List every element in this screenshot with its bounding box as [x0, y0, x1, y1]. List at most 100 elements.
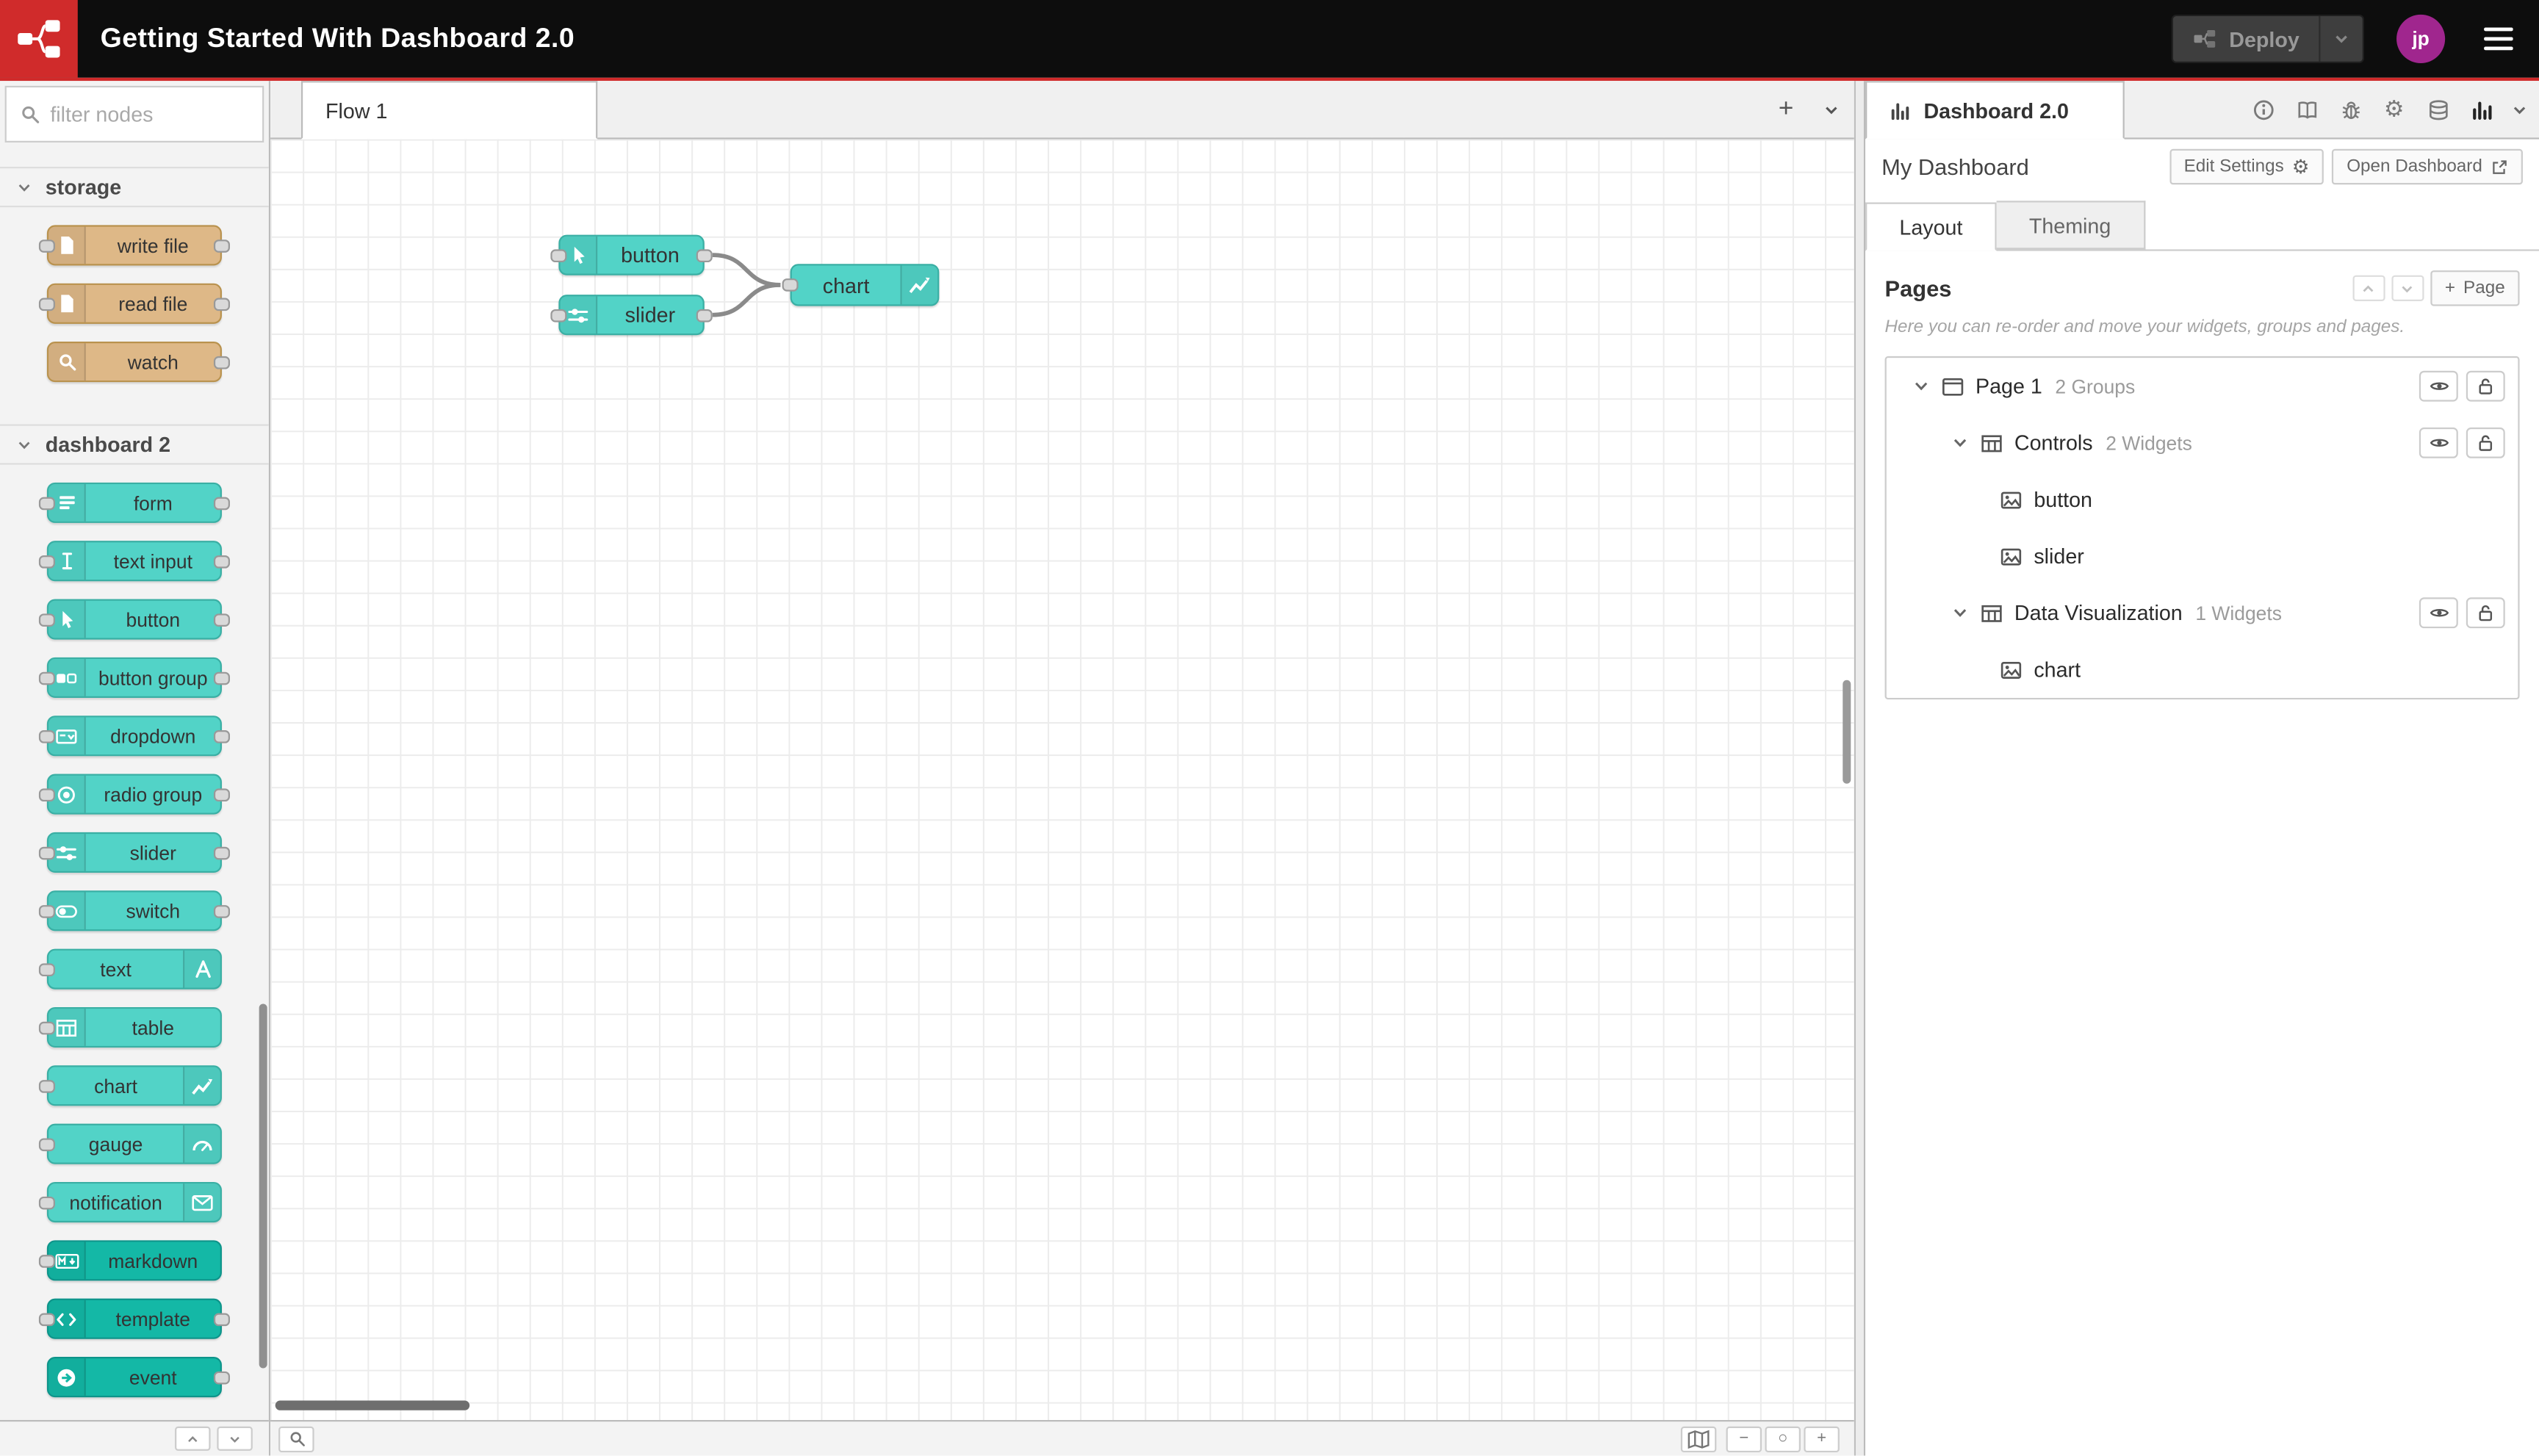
expand-categories-button[interactable] — [217, 1426, 253, 1451]
gear-icon: ⚙ — [2291, 155, 2310, 179]
deploy-icon — [2193, 29, 2215, 48]
palette-node-table[interactable]: table — [38, 1006, 222, 1048]
dashboard-tab-button[interactable] — [2460, 81, 2504, 137]
flow-canvas[interactable]: button slider chart — [270, 139, 1854, 1420]
toggle-visibility-button[interactable] — [2419, 597, 2458, 629]
palette-scrollbar[interactable] — [259, 1003, 267, 1369]
user-avatar[interactable]: jp — [2396, 14, 2446, 63]
zoom-out-button[interactable]: − — [1726, 1425, 1762, 1452]
palette-node-button-group[interactable]: button group — [38, 657, 230, 698]
add-page-button[interactable]: + Page — [2430, 270, 2520, 306]
tree-row-widget-slider[interactable]: slider — [1887, 528, 2518, 585]
wire-button-to-chart[interactable] — [712, 253, 781, 287]
toggle-visibility-button[interactable] — [2419, 370, 2458, 402]
chevron-down-icon[interactable] — [1951, 604, 1969, 621]
flow-list-button[interactable] — [1809, 81, 1854, 137]
input-port[interactable] — [782, 278, 799, 292]
palette-node-text[interactable]: text — [38, 948, 222, 990]
output-port — [213, 846, 230, 859]
lock-button[interactable] — [2466, 427, 2505, 458]
flow-tab[interactable]: Flow 1 — [300, 81, 598, 140]
deploy-button-group: Deploy — [2170, 14, 2364, 63]
palette-category-storage[interactable]: storage — [0, 167, 269, 208]
flow-node-slider[interactable]: slider — [550, 295, 713, 336]
palette-node-text-input[interactable]: text input — [38, 541, 230, 582]
hamburger-icon — [2484, 27, 2513, 51]
move-page-up-button[interactable] — [2352, 275, 2385, 301]
tree-row-page-1[interactable]: Page 1 2 Groups — [1887, 358, 2518, 414]
input-port[interactable] — [550, 308, 567, 322]
move-page-down-button[interactable] — [2391, 275, 2424, 301]
eye-icon — [2429, 439, 2449, 447]
eye-icon — [2429, 609, 2449, 617]
palette-node-form[interactable]: form — [38, 482, 230, 523]
tree-row-group-data-visualization[interactable]: Data Visualization 1 Widgets — [1887, 585, 2518, 641]
edit-settings-button[interactable]: Edit Settings ⚙ — [2169, 148, 2324, 185]
palette-node-event[interactable]: event — [46, 1357, 230, 1398]
zoom-reset-button[interactable]: ○ — [1765, 1425, 1801, 1452]
config-tab-button[interactable]: ⚙ — [2372, 81, 2416, 137]
palette-category-dashboard-2[interactable]: dashboard 2 — [0, 424, 269, 465]
tab-theming[interactable]: Theming — [1996, 201, 2145, 250]
palette-node-slider[interactable]: slider — [38, 832, 230, 873]
widget-image-icon — [2000, 545, 2023, 568]
zoom-in-button[interactable]: + — [1804, 1425, 1840, 1452]
tree-row-group-controls[interactable]: Controls 2 Widgets — [1887, 414, 2518, 471]
workspace: Flow 1 + button slider chart − ○ + — [270, 81, 1854, 1456]
input-port[interactable] — [550, 248, 567, 262]
open-dashboard-button[interactable]: Open Dashboard — [2332, 148, 2523, 185]
toggle-navigator-button[interactable] — [1680, 1425, 1717, 1452]
lock-icon — [2479, 605, 2493, 621]
help-tab-button[interactable] — [2285, 81, 2329, 137]
output-port[interactable] — [696, 248, 713, 262]
flow-node-button[interactable]: button — [550, 234, 713, 275]
sidebar-splitter[interactable] — [1854, 81, 1866, 1456]
canvas-search-button[interactable] — [278, 1425, 314, 1452]
deploy-button[interactable]: Deploy — [2172, 16, 2319, 62]
palette-node-button[interactable]: button — [38, 599, 230, 640]
context-tab-button[interactable] — [2416, 81, 2460, 137]
palette-node-write-file[interactable]: write file — [38, 225, 230, 266]
palette-node-chart[interactable]: chart — [38, 1065, 222, 1106]
main-menu-button[interactable] — [2465, 0, 2533, 78]
canvas-horizontal-scrollbar[interactable] — [275, 1400, 470, 1410]
flow-node-chart[interactable]: chart — [782, 264, 940, 306]
tab-dashboard-2[interactable]: Dashboard 2.0 — [1865, 81, 2125, 140]
palette-node-markdown[interactable]: markdown — [38, 1240, 222, 1281]
group-grid-icon — [1981, 431, 2003, 454]
output-port[interactable] — [696, 308, 713, 322]
info-tab-button[interactable] — [2241, 81, 2285, 137]
add-flow-button[interactable]: + — [1763, 81, 1809, 137]
debug-tab-button[interactable] — [2328, 81, 2372, 137]
palette-node-dropdown[interactable]: dropdown — [38, 716, 230, 757]
canvas-vertical-scrollbar[interactable] — [1843, 680, 1851, 784]
flow-tab-label: Flow 1 — [325, 98, 388, 123]
palette-node-gauge[interactable]: gauge — [38, 1123, 222, 1164]
palette-node-switch[interactable]: switch — [38, 890, 230, 931]
chevron-down-icon[interactable] — [1951, 434, 1969, 452]
palette-filter-input[interactable] — [50, 101, 250, 126]
tree-row-widget-chart[interactable]: chart — [1887, 641, 2518, 698]
palette-node-watch[interactable]: watch — [46, 342, 230, 383]
deploy-options-button[interactable] — [2319, 16, 2363, 62]
layout-tree: Page 1 2 Groups Controls 2 Widgets butto… — [1884, 356, 2520, 700]
category-label: dashboard 2 — [45, 432, 171, 457]
toggle-visibility-button[interactable] — [2419, 427, 2458, 458]
lock-button[interactable] — [2466, 370, 2505, 402]
dashboard-header: My Dashboard Edit Settings ⚙ Open Dashbo… — [1865, 140, 2539, 195]
palette-node-template[interactable]: template — [38, 1298, 230, 1339]
lock-button[interactable] — [2466, 597, 2505, 629]
palette-node-read-file[interactable]: read file — [38, 283, 230, 324]
wire-slider-to-chart[interactable] — [712, 283, 781, 317]
tab-layout[interactable]: Layout — [1865, 202, 1997, 251]
palette-node-notification[interactable]: notification — [38, 1181, 222, 1223]
tree-row-widget-button[interactable]: button — [1887, 471, 2518, 527]
collapse-categories-button[interactable] — [175, 1426, 211, 1451]
output-port — [213, 729, 230, 743]
sidebar-menu-button[interactable] — [2504, 81, 2536, 137]
output-port — [213, 613, 230, 626]
chevron-down-icon[interactable] — [1912, 378, 1930, 395]
pages-heading: Pages — [1884, 275, 1952, 301]
plus-icon: + — [2444, 278, 2456, 298]
palette-node-radio-group[interactable]: radio group — [38, 774, 230, 815]
